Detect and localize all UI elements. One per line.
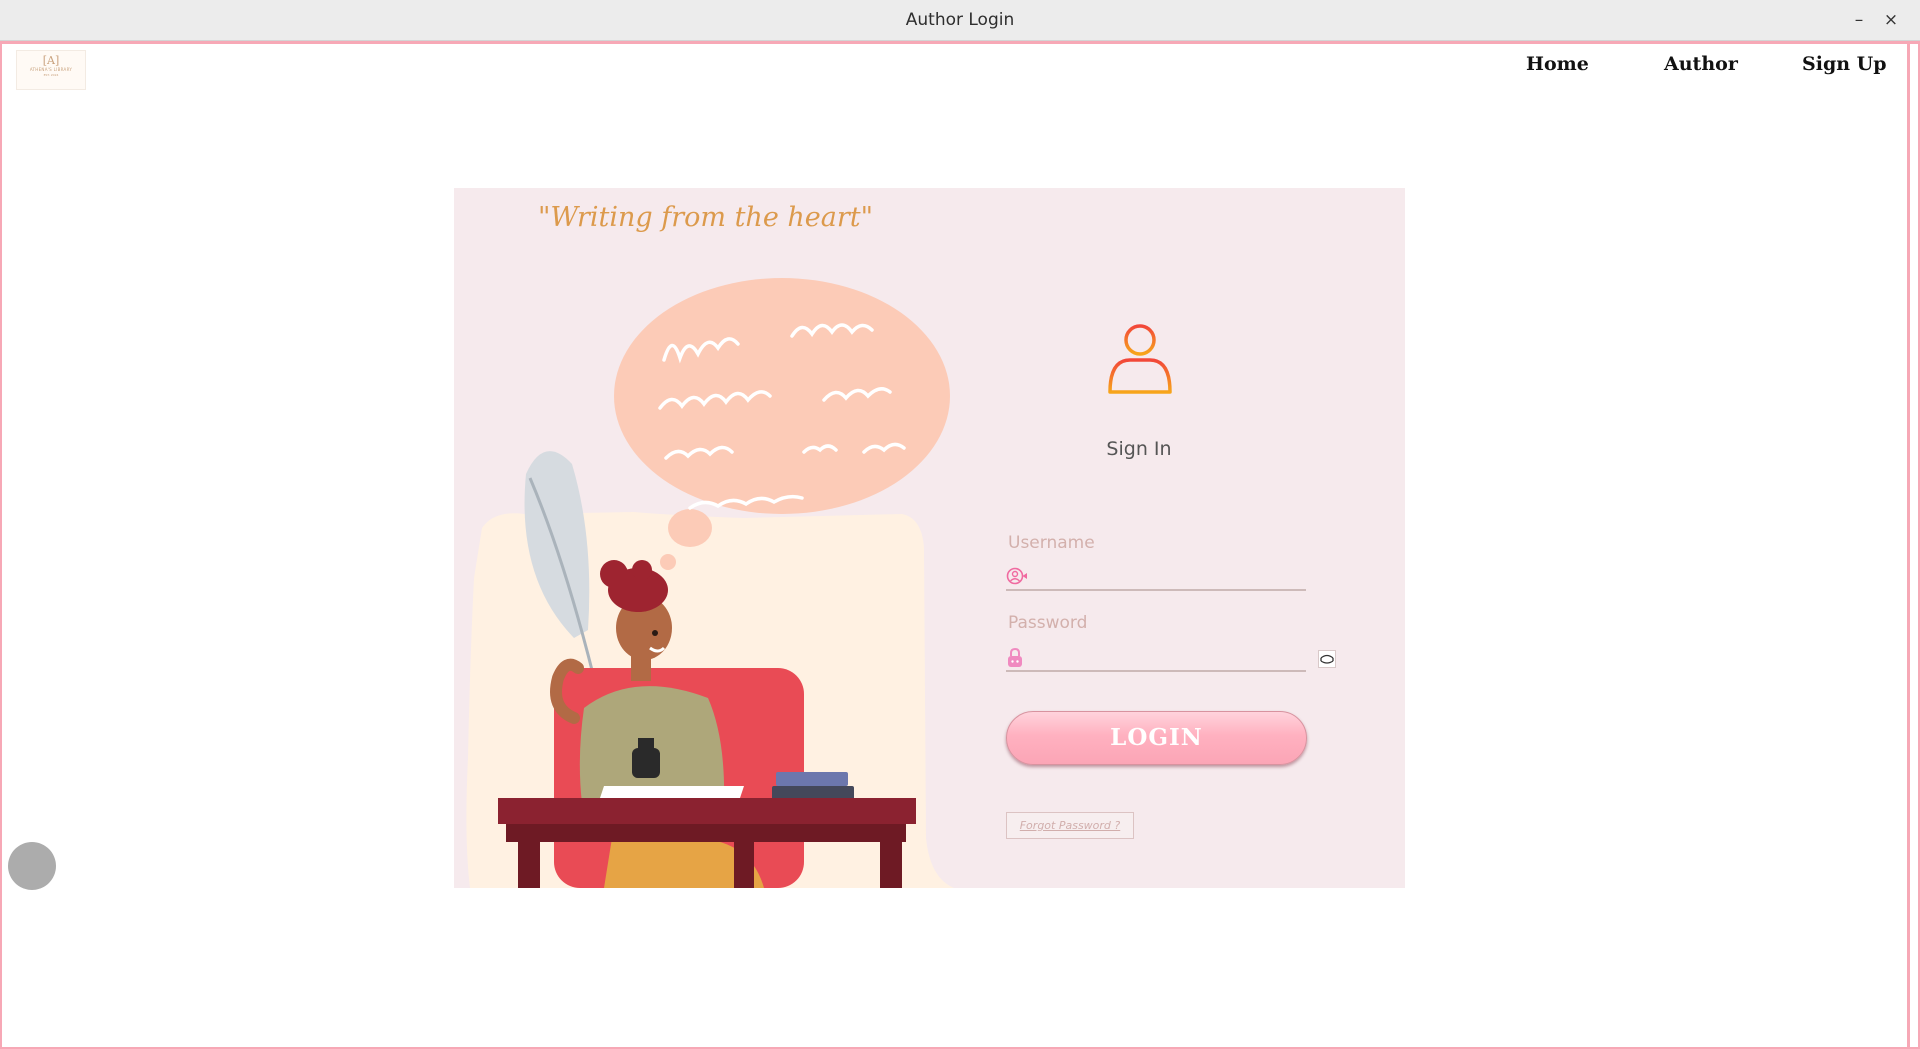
window-title: Author Login (905, 10, 1015, 30)
tagline-quote: "Writing from the heart" (538, 202, 874, 233)
nav-sign-up[interactable]: Sign Up (1802, 53, 1887, 75)
nav-author[interactable]: Author (1664, 53, 1738, 75)
user-circle-icon (1006, 567, 1027, 585)
password-label: Password (1008, 613, 1088, 633)
forgot-password-link[interactable]: Forgot Password ? (1006, 812, 1134, 839)
app-window: [A] ATHENA'S LIBRARY EST. 2024 Home Auth… (0, 41, 1920, 1049)
eye-toggle-icon[interactable] (1318, 650, 1336, 668)
library-logo[interactable]: [A] ATHENA'S LIBRARY EST. 2024 (16, 50, 86, 90)
lock-icon (1008, 648, 1022, 667)
nav-home[interactable]: Home (1526, 53, 1589, 75)
user-avatar-icon (1108, 324, 1172, 394)
close-button[interactable]: × (1878, 8, 1904, 32)
writer-illustration (466, 278, 954, 888)
floating-action-button[interactable] (8, 842, 56, 890)
username-label: Username (1008, 533, 1095, 553)
window-right-border (1907, 44, 1910, 1047)
minimize-button[interactable]: – (1846, 8, 1872, 32)
login-card: "Writing from the heart" Sign In Usernam… (454, 188, 1405, 888)
sign-in-heading: Sign In (1106, 438, 1172, 460)
logo-mark: [A] (42, 54, 60, 67)
window-titlebar: Author Login – × (0, 0, 1920, 41)
logo-subtitle: EST. 2024 (43, 73, 59, 77)
login-button[interactable]: LOGIN (1006, 711, 1307, 765)
username-field[interactable] (1006, 561, 1306, 591)
password-field[interactable] (1006, 642, 1306, 672)
